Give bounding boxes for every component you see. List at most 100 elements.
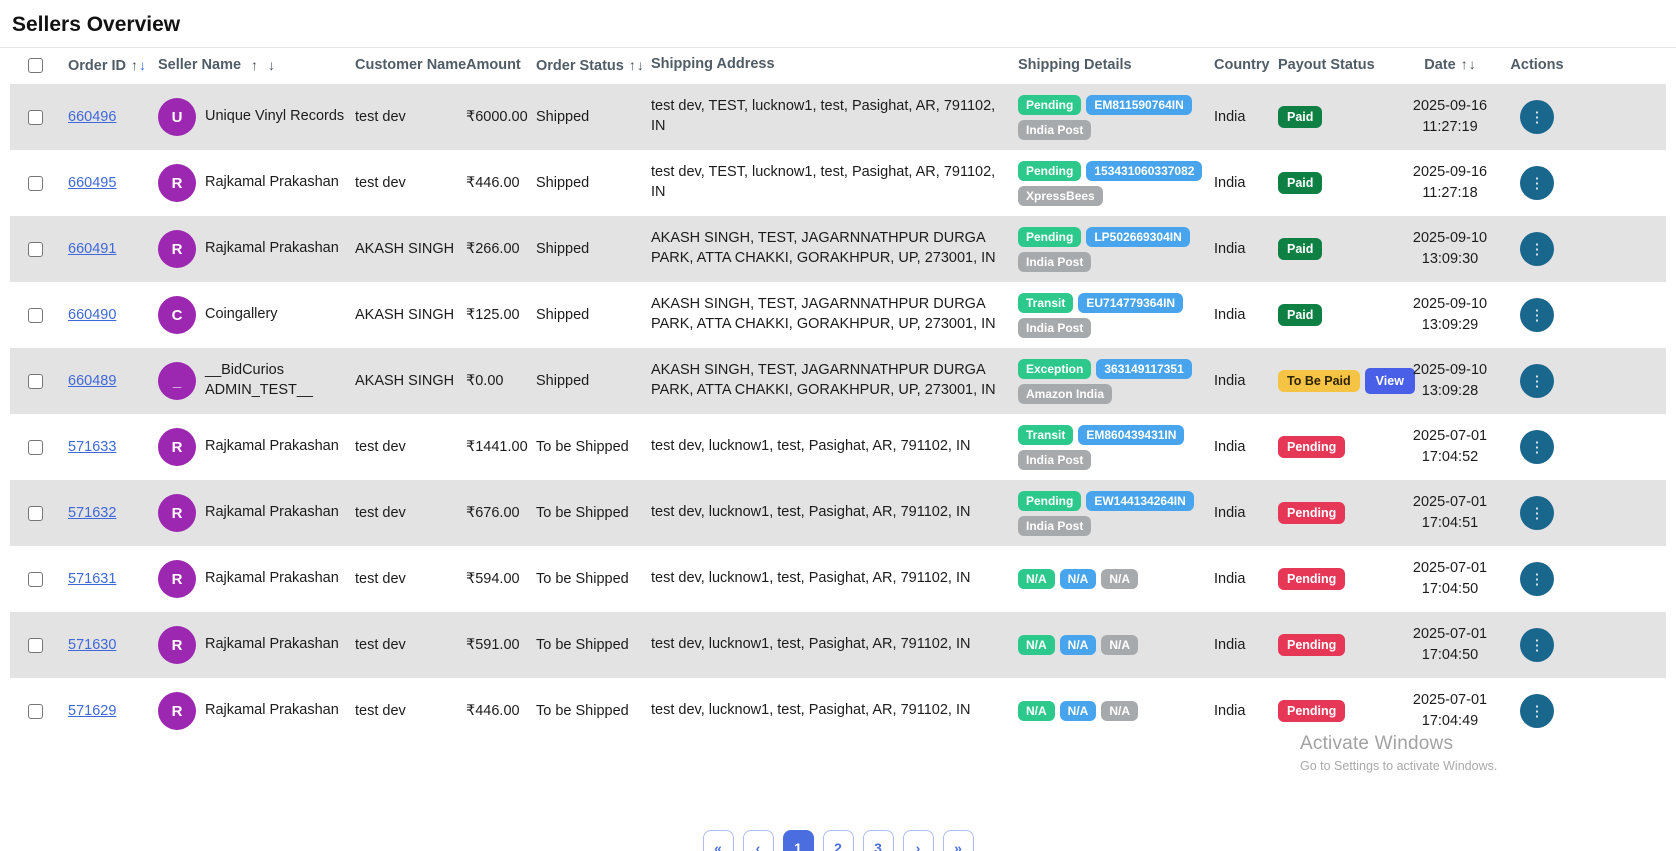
sort-desc-icon[interactable]: ↓ bbox=[139, 57, 146, 73]
row-checkbox[interactable] bbox=[28, 638, 43, 653]
row-actions-button[interactable]: ⋮ bbox=[1520, 430, 1554, 464]
order-amount: ₹594.00 bbox=[458, 571, 530, 587]
order-amount: ₹446.00 bbox=[458, 703, 530, 719]
date-value: 2025-09-10 bbox=[1398, 360, 1502, 381]
sort-desc-icon[interactable]: ↓ bbox=[268, 57, 275, 73]
pagination-page-button[interactable]: 2 bbox=[823, 830, 854, 851]
row-checkbox[interactable] bbox=[28, 572, 43, 587]
table-row: 571631 R Rajkamal Prakashan test dev ₹59… bbox=[10, 546, 1666, 612]
select-all-checkbox[interactable] bbox=[28, 58, 43, 73]
time-value: 17:04:50 bbox=[1398, 645, 1502, 666]
order-id-link[interactable]: 571633 bbox=[68, 439, 116, 455]
column-header-shipping-address: Shipping Address bbox=[646, 55, 1018, 75]
sort-desc-icon[interactable]: ↓ bbox=[637, 57, 644, 73]
row-checkbox[interactable] bbox=[28, 110, 43, 125]
row-checkbox[interactable] bbox=[28, 704, 43, 719]
ellipsis-icon: ⋮ bbox=[1530, 440, 1545, 455]
row-actions-button[interactable]: ⋮ bbox=[1520, 496, 1554, 530]
order-id-link[interactable]: 571629 bbox=[68, 703, 116, 719]
row-actions-button[interactable]: ⋮ bbox=[1520, 694, 1554, 728]
sort-desc-icon[interactable]: ↓ bbox=[1469, 56, 1476, 72]
table-row: 660495 R Rajkamal Prakashan test dev ₹44… bbox=[10, 150, 1666, 216]
pagination-page-button[interactable]: 3 bbox=[863, 830, 894, 851]
sort-asc-icon[interactable]: ↑ bbox=[629, 57, 636, 73]
ellipsis-icon: ⋮ bbox=[1530, 374, 1545, 389]
row-actions-button[interactable]: ⋮ bbox=[1520, 364, 1554, 398]
shipping-address: test dev, lucknow1, test, Pasighat, AR, … bbox=[646, 569, 1018, 589]
column-header-amount: Amount bbox=[458, 57, 530, 73]
row-checkbox[interactable] bbox=[28, 308, 43, 323]
order-status: To be Shipped bbox=[530, 505, 646, 521]
table-header-row: Order ID ↑↓ Seller Name ↑↓ Customer Name… bbox=[10, 48, 1666, 84]
shipping-status-badge: Transit bbox=[1018, 425, 1073, 445]
shipping-address: test dev, lucknow1, test, Pasighat, AR, … bbox=[646, 437, 1018, 457]
seller-avatar: R bbox=[158, 692, 196, 730]
row-actions-button[interactable]: ⋮ bbox=[1520, 166, 1554, 200]
row-checkbox[interactable] bbox=[28, 506, 43, 521]
row-actions-button[interactable]: ⋮ bbox=[1520, 628, 1554, 662]
order-status: Shipped bbox=[530, 307, 646, 323]
order-id-link[interactable]: 571630 bbox=[68, 637, 116, 653]
row-checkbox[interactable] bbox=[28, 242, 43, 257]
row-actions-button[interactable]: ⋮ bbox=[1520, 562, 1554, 596]
pagination-next-button[interactable]: › bbox=[903, 830, 934, 851]
pagination-page-button[interactable]: 1 bbox=[783, 830, 814, 851]
pagination-first-button[interactable]: « bbox=[703, 830, 734, 851]
watermark-title: Activate Windows bbox=[1300, 733, 1497, 755]
row-checkbox[interactable] bbox=[28, 176, 43, 191]
sort-asc-icon[interactable]: ↑ bbox=[131, 57, 138, 73]
date-value: 2025-07-01 bbox=[1398, 426, 1502, 447]
shipping-address: AKASH SINGH, TEST, JAGARNNATHPUR DURGA P… bbox=[646, 295, 1018, 334]
shipping-details: N/A N/A N/A bbox=[1018, 569, 1214, 589]
column-header-seller-name[interactable]: Seller Name ↑↓ bbox=[150, 57, 346, 73]
pagination-prev-button[interactable]: ‹ bbox=[743, 830, 774, 851]
seller-name: Rajkamal Prakashan bbox=[205, 173, 339, 193]
order-status: To be Shipped bbox=[530, 637, 646, 653]
row-actions-button[interactable]: ⋮ bbox=[1520, 100, 1554, 134]
order-amount: ₹591.00 bbox=[458, 637, 530, 653]
shipping-address: test dev, lucknow1, test, Pasighat, AR, … bbox=[646, 701, 1018, 721]
orders-table: Order ID ↑↓ Seller Name ↑↓ Customer Name… bbox=[10, 48, 1666, 744]
shipping-details: Transit EU714779364IN India Post bbox=[1018, 293, 1214, 338]
seller-avatar: C bbox=[158, 296, 196, 334]
order-status: Shipped bbox=[530, 373, 646, 389]
order-id-link[interactable]: 571632 bbox=[68, 505, 116, 521]
order-id-link[interactable]: 660496 bbox=[68, 109, 116, 125]
ellipsis-icon: ⋮ bbox=[1530, 506, 1545, 521]
ellipsis-icon: ⋮ bbox=[1530, 704, 1545, 719]
seller-name: Rajkamal Prakashan bbox=[205, 503, 339, 523]
seller-avatar: R bbox=[158, 626, 196, 664]
pagination-last-button[interactable]: » bbox=[943, 830, 974, 851]
column-label: Order Status bbox=[536, 58, 624, 74]
order-id-link[interactable]: 571631 bbox=[68, 571, 116, 587]
row-checkbox[interactable] bbox=[28, 374, 43, 389]
activate-windows-watermark: Activate Windows Go to Settings to activ… bbox=[1300, 733, 1497, 773]
shipping-status-badge: Exception bbox=[1018, 359, 1091, 379]
carrier-badge: India Post bbox=[1018, 318, 1091, 338]
date-value: 2025-07-01 bbox=[1398, 492, 1502, 513]
seller-avatar: _ bbox=[158, 362, 196, 400]
sort-asc-icon[interactable]: ↑ bbox=[1461, 56, 1468, 72]
column-header-date[interactable]: Date ↑↓ bbox=[1398, 54, 1502, 76]
order-status: To be Shipped bbox=[530, 439, 646, 455]
order-id-link[interactable]: 660489 bbox=[68, 373, 116, 389]
order-status: Shipped bbox=[530, 241, 646, 257]
shipping-address: test dev, TEST, lucknow1, test, Pasighat… bbox=[646, 163, 1018, 202]
sort-asc-icon[interactable]: ↑ bbox=[251, 57, 258, 73]
order-id-link[interactable]: 660491 bbox=[68, 241, 116, 257]
order-id-link[interactable]: 660495 bbox=[68, 175, 116, 191]
order-amount: ₹266.00 bbox=[458, 241, 530, 257]
tracking-number-badge: 153431060337082 bbox=[1086, 161, 1202, 181]
column-header-order-status[interactable]: Order Status ↑↓ bbox=[530, 57, 646, 74]
seller-avatar: U bbox=[158, 98, 196, 136]
row-actions-button[interactable]: ⋮ bbox=[1520, 232, 1554, 266]
row-actions-button[interactable]: ⋮ bbox=[1520, 298, 1554, 332]
date-value: 2025-07-01 bbox=[1398, 624, 1502, 645]
row-checkbox[interactable] bbox=[28, 440, 43, 455]
order-date: 2025-09-10 13:09:29 bbox=[1398, 294, 1502, 336]
carrier-badge: India Post bbox=[1018, 120, 1091, 140]
column-header-order-id[interactable]: Order ID ↑↓ bbox=[60, 57, 150, 74]
customer-name: AKASH SINGH bbox=[346, 241, 458, 257]
table-row: 660490 C Coingallery AKASH SINGH ₹125.00… bbox=[10, 282, 1666, 348]
order-id-link[interactable]: 660490 bbox=[68, 307, 116, 323]
